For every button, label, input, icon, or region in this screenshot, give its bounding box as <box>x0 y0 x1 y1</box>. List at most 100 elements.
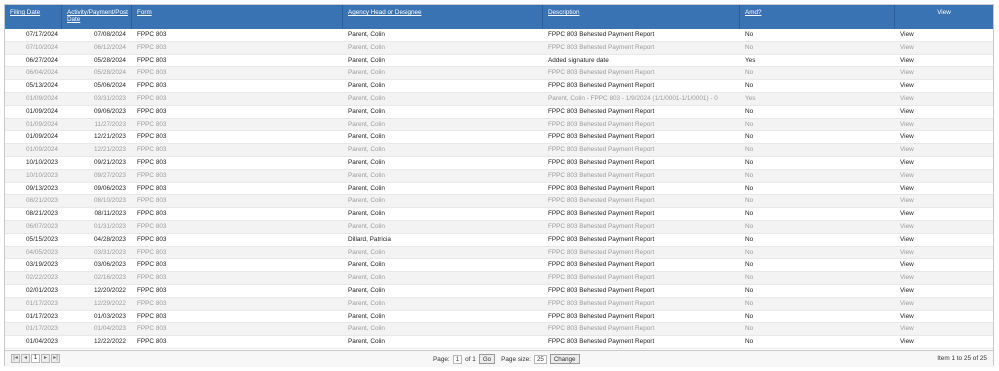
table-row: 02/22/2023 02/16/2023 FPPC 803 Parent, Coli… <box>5 272 993 285</box>
cell-view-link[interactable]: View <box>895 298 993 310</box>
table-row: 06/07/2023 01/31/2023 FPPC 803 Parent, Coli… <box>5 220 993 234</box>
cell-view-link[interactable]: View <box>895 42 993 54</box>
cell-agency-head: Parent, Colin <box>348 299 385 307</box>
cell-agency-head: Parent, Colin <box>348 312 385 320</box>
cell-view-link[interactable]: View <box>895 285 993 297</box>
cell-form: FPPC 803 <box>137 235 167 243</box>
cell-agency-head: Parent, Colin <box>348 222 385 230</box>
page-size-input[interactable]: 25 <box>533 354 547 364</box>
cell-amended: No <box>745 43 754 51</box>
cell-agency-head: Parent, Colin <box>348 261 385 269</box>
cell-view-link[interactable]: View <box>895 259 993 271</box>
column-header-agency-head[interactable]: Agency Head or Designee <box>343 5 543 29</box>
column-header-form[interactable]: Form <box>132 5 343 29</box>
cell-filing-date: 06/04/2024 <box>26 69 58 77</box>
table-row: 02/01/2023 12/20/2022 FPPC 803 Parent, Coli… <box>5 285 993 298</box>
cell-agency-head: Parent, Colin <box>348 133 385 141</box>
cell-filing-date: 04/05/2023 <box>26 248 58 256</box>
page-input[interactable]: 1 <box>452 354 463 364</box>
cell-filing-date: 02/22/2023 <box>26 274 58 282</box>
cell-view-link[interactable]: View <box>895 144 993 156</box>
cell-description: FPPC 803 Behested Payment Report <box>548 31 655 38</box>
cell-agency-head: Parent, Colin <box>348 146 385 154</box>
cell-view-link[interactable]: View <box>895 311 993 323</box>
cell-description: FPPC 803 Behested Payment Report <box>548 299 655 307</box>
cell-amended: No <box>745 325 754 333</box>
cell-description: FPPC 803 Behested Payment Report <box>548 43 655 51</box>
go-button[interactable]: Go <box>478 354 496 364</box>
page-1-button[interactable]: 1 <box>31 354 40 363</box>
cell-amended: No <box>745 299 754 307</box>
cell-view-link[interactable]: View <box>895 221 993 233</box>
cell-agency-head: Parent, Colin <box>348 158 385 166</box>
first-page-button[interactable]: |◂ <box>11 354 20 363</box>
table-row: 10/10/2023 09/27/2023 FPPC 803 Parent, Coli… <box>5 169 993 183</box>
cell-view-link[interactable]: View <box>895 170 993 182</box>
cell-activity-date: 05/06/2024 <box>94 82 126 90</box>
cell-amended: No <box>745 133 754 141</box>
column-header-activity-date[interactable]: Activity/Payment/Post Date <box>62 5 132 29</box>
cell-activity-date: 09/27/2023 <box>94 171 126 179</box>
cell-activity-date: 06/12/2024 <box>94 43 126 51</box>
cell-view-link[interactable]: View <box>895 208 993 220</box>
column-header-description[interactable]: Description <box>543 5 740 29</box>
cell-agency-head: Parent, Colin <box>348 248 385 256</box>
cell-description: FPPC 803 Behested Payment Report <box>548 261 655 269</box>
cell-form: FPPC 803 <box>137 184 167 192</box>
page-of-label: of 1 <box>465 355 476 363</box>
cell-view-link[interactable]: View <box>895 106 993 118</box>
cell-view-link[interactable]: View <box>895 119 993 131</box>
cell-view-link[interactable]: View <box>895 55 993 67</box>
table-row: 08/21/2023 08/11/2023 FPPC 803 Parent, Coli… <box>5 208 993 221</box>
cell-agency-head: Parent, Colin <box>348 120 385 128</box>
cell-view-link[interactable]: View <box>895 131 993 143</box>
cell-agency-head: Parent, Colin <box>348 82 385 90</box>
cell-view-link[interactable]: View <box>895 272 993 284</box>
change-button[interactable]: Change <box>549 354 580 364</box>
cell-form: FPPC 803 <box>137 82 167 90</box>
cell-view-link[interactable]: View <box>895 195 993 207</box>
next-page-button[interactable]: ▸ <box>41 354 50 363</box>
cell-form: FPPC 803 <box>137 210 167 218</box>
cell-agency-head: Parent, Colin <box>348 31 385 38</box>
cell-description: FPPC 803 Behested Payment Report <box>548 210 655 218</box>
cell-form: FPPC 803 <box>137 31 167 38</box>
cell-view-link[interactable]: View <box>895 29 993 41</box>
cell-agency-head: Parent, Colin <box>348 325 385 333</box>
cell-view-link[interactable]: View <box>895 80 993 92</box>
column-header-amended[interactable]: Amd? <box>740 5 895 29</box>
prev-page-button[interactable]: ◂ <box>21 354 30 363</box>
cell-amended: No <box>745 222 754 230</box>
cell-form: FPPC 803 <box>137 146 167 154</box>
cell-view-link[interactable]: View <box>895 336 993 348</box>
cell-form: FPPC 803 <box>137 222 167 230</box>
page-label: Page: <box>433 355 450 363</box>
cell-amended: No <box>745 197 754 205</box>
cell-activity-date: 01/31/2023 <box>94 222 126 230</box>
cell-view-link[interactable]: View <box>895 247 993 259</box>
cell-amended: No <box>745 248 754 256</box>
cell-filing-date: 10/10/2023 <box>26 158 58 166</box>
cell-view-link[interactable]: View <box>895 234 993 246</box>
last-page-button[interactable]: ▸| <box>51 354 60 363</box>
cell-amended: No <box>745 171 754 179</box>
cell-form: FPPC 803 <box>137 197 167 205</box>
cell-filing-date: 10/10/2023 <box>26 171 58 179</box>
cell-filing-date: 08/21/2023 <box>26 210 58 218</box>
cell-agency-head: Parent, Colin <box>348 184 385 192</box>
cell-filing-date: 02/01/2023 <box>26 286 58 294</box>
cell-agency-head: Parent, Colin <box>348 69 385 77</box>
cell-form: FPPC 803 <box>137 286 167 294</box>
cell-view-link[interactable]: View <box>895 323 993 335</box>
cell-view-link[interactable]: View <box>895 157 993 169</box>
cell-amended: No <box>745 31 754 38</box>
cell-activity-date: 01/04/2023 <box>94 325 126 333</box>
table-row: 07/10/2024 06/12/2024 FPPC 803 Parent, Coli… <box>5 41 993 55</box>
cell-description: FPPC 803 Behested Payment Report <box>548 312 655 320</box>
cell-view-link[interactable]: View <box>895 93 993 105</box>
column-header-filing-date[interactable]: Filing Date <box>5 5 62 29</box>
cell-view-link[interactable]: View <box>895 67 993 79</box>
cell-form: FPPC 803 <box>137 338 167 346</box>
cell-view-link[interactable]: View <box>895 183 993 195</box>
table-row: 07/17/2024 07/08/2024 FPPC 803 Parent, Coli… <box>5 29 993 42</box>
